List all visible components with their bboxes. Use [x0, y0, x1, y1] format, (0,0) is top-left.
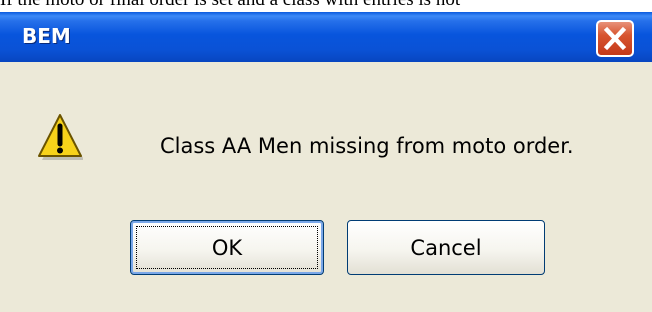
ok-button[interactable]: OK — [130, 220, 324, 275]
title-bar[interactable]: BEM — [0, 12, 652, 62]
close-icon — [603, 26, 627, 51]
dialog-title: BEM — [22, 24, 71, 48]
cancel-button-label: Cancel — [410, 235, 482, 260]
warning-icon — [38, 114, 83, 160]
dialog-message: Class AA Men missing from moto order. — [160, 134, 574, 158]
cancel-button[interactable]: Cancel — [347, 220, 545, 275]
close-button[interactable] — [596, 20, 634, 57]
message-dialog: BEM Class AA Men missing from moto order… — [0, 12, 652, 312]
focus-rectangle — [136, 226, 318, 269]
document-text: If the moto or final order is set and a … — [0, 0, 652, 11]
